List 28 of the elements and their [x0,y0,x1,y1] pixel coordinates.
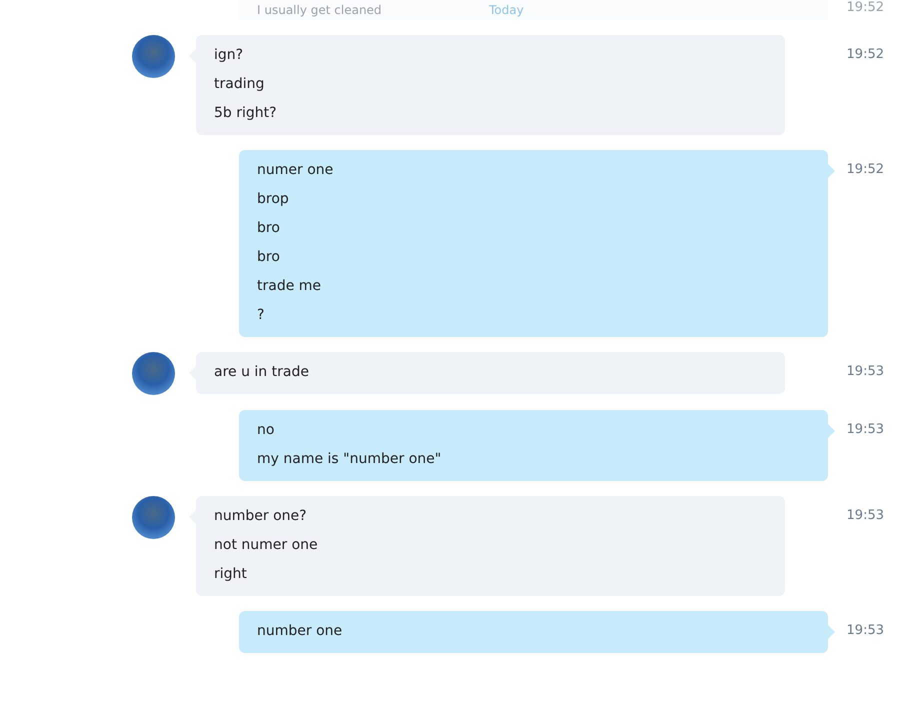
message-text: brop [257,190,290,209]
avatar [132,496,175,539]
message-text: trade me [257,277,322,296]
message-text: right [214,565,248,584]
message-time: 19:53 [846,422,884,437]
message-time: 19:52 [846,162,884,177]
message-text: trading [214,75,266,94]
date-label: Today [489,3,524,17]
message-time: 19:53 [846,623,884,638]
message-text: not numer one [214,536,319,555]
message-text: number one? [214,507,308,526]
avatar [132,352,175,395]
message-text: bro [257,248,281,267]
message-text: bro [257,219,281,238]
message-text: 5b right? [214,104,278,123]
avatar [132,35,175,78]
message-text: no [257,421,276,440]
message-text: are u in trade [214,363,310,382]
message-text: my name is "number one" [257,450,442,469]
message-time: 19:52 [846,0,884,15]
message-text: numer one [257,161,334,180]
message-text: I usually get cleaned [257,3,383,17]
message-time: 19:53 [846,364,884,379]
message-text: number one [257,622,344,641]
message-time: 19:52 [846,47,884,62]
message-text: ign? [214,46,244,65]
message-text: ? [257,306,266,325]
message-time: 19:53 [846,508,884,523]
